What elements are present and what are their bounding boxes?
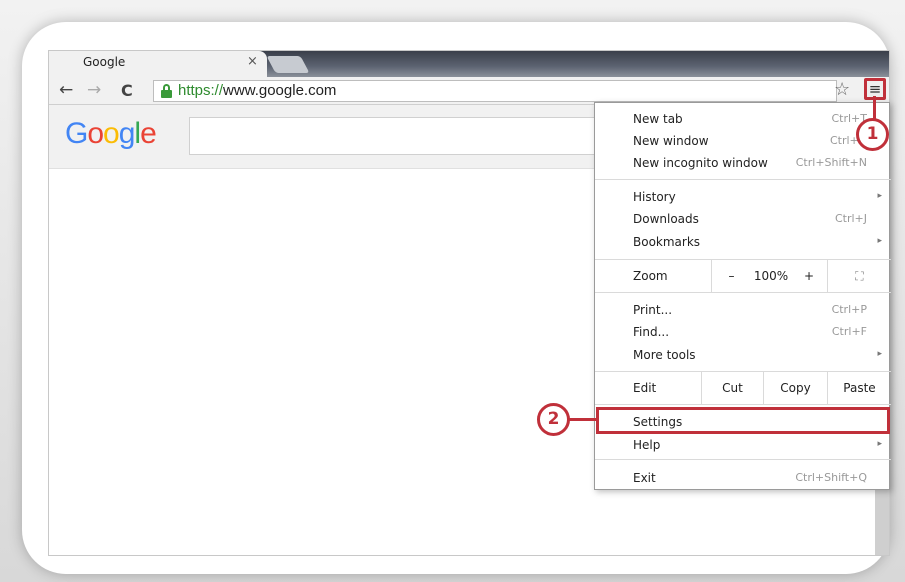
- tab-title: Google: [83, 55, 126, 69]
- menu-item-shortcut: Ctrl+F: [831, 325, 867, 338]
- menu-item-label: More tools: [633, 348, 696, 362]
- callout-leader: [568, 418, 596, 421]
- cut-button[interactable]: Cut: [701, 372, 763, 404]
- zoom-in-button[interactable]: +: [791, 260, 827, 292]
- menu-item-label: Print...: [633, 303, 673, 317]
- menu-divider: [595, 459, 891, 460]
- edit-label: Edit: [633, 381, 657, 395]
- toolbar: ← → C https://www.google.com ☆ ≡: [49, 77, 889, 105]
- submenu-arrow-icon: ▸: [877, 191, 882, 201]
- address-bar[interactable]: https://www.google.com: [153, 80, 837, 102]
- menu-item-label: Downloads: [633, 212, 699, 226]
- url-text: https://www.google.com: [178, 82, 337, 99]
- submenu-arrow-icon: ▸: [877, 439, 882, 449]
- menu-item-label: Find...: [633, 325, 670, 339]
- logo-letter: o: [87, 117, 104, 150]
- chrome-menu: New tab Ctrl+T New window Ctrl+N New inc…: [594, 102, 891, 490]
- lock-icon: [161, 84, 172, 98]
- menu-item-history[interactable]: History ▸: [595, 185, 891, 208]
- forward-icon[interactable]: →: [87, 80, 101, 100]
- close-icon[interactable]: ×: [247, 54, 258, 69]
- star-icon[interactable]: ☆: [834, 79, 850, 100]
- tab-strip: Google ×: [49, 51, 889, 77]
- menu-item-label: Exit: [633, 471, 656, 485]
- callout-2: 2: [537, 403, 570, 436]
- logo-letter: e: [140, 117, 157, 150]
- zoom-row: Zoom – 100% + ⛶: [595, 259, 891, 293]
- edit-row: Edit Cut Copy Paste: [595, 371, 891, 405]
- menu-divider: [595, 179, 891, 180]
- menu-item-help[interactable]: Help ▸: [595, 433, 891, 456]
- copy-button[interactable]: Copy: [763, 372, 827, 404]
- submenu-arrow-icon: ▸: [877, 349, 882, 359]
- menu-item-label: History: [633, 190, 676, 204]
- zoom-out-button[interactable]: –: [711, 260, 751, 292]
- search-input[interactable]: [189, 117, 609, 155]
- menu-item-label: New incognito window: [633, 156, 768, 170]
- menu-item-new-window[interactable]: New window Ctrl+N: [595, 129, 891, 152]
- menu-item-find[interactable]: Find... Ctrl+F: [595, 320, 891, 343]
- menu-item-exit[interactable]: Exit Ctrl+Shift+Q: [595, 466, 891, 489]
- submenu-arrow-icon: ▸: [877, 236, 882, 246]
- screenshot-stage: Google × ← → C https://www.google.com ☆ …: [0, 0, 905, 582]
- menu-item-shortcut: Ctrl+P: [831, 303, 867, 316]
- menu-item-shortcut: Ctrl+J: [834, 212, 867, 225]
- menu-item-label: New tab: [633, 112, 683, 126]
- logo-letter: G: [65, 117, 88, 150]
- tab-google[interactable]: Google ×: [49, 51, 267, 77]
- reload-icon[interactable]: C: [121, 81, 133, 100]
- menu-item-print[interactable]: Print... Ctrl+P: [595, 298, 891, 321]
- menu-item-more-tools[interactable]: More tools ▸: [595, 343, 891, 366]
- zoom-label: Zoom: [633, 269, 668, 283]
- menu-item-label: New window: [633, 134, 709, 148]
- callout-leader: [873, 96, 876, 120]
- callout-1: 1: [856, 118, 889, 151]
- settings-highlight: [596, 407, 890, 434]
- menu-item-bookmarks[interactable]: Bookmarks ▸: [595, 230, 891, 253]
- zoom-value: 100%: [753, 269, 789, 283]
- fullscreen-icon[interactable]: ⛶: [827, 260, 891, 292]
- google-logo: Google: [65, 117, 157, 151]
- logo-letter: o: [103, 117, 120, 150]
- paste-button[interactable]: Paste: [827, 372, 891, 404]
- menu-item-shortcut: Ctrl+Shift+Q: [795, 471, 867, 484]
- logo-letter: g: [118, 117, 136, 150]
- menu-item-downloads[interactable]: Downloads Ctrl+J: [595, 207, 891, 230]
- new-tab-button[interactable]: [266, 56, 310, 73]
- back-icon[interactable]: ←: [59, 80, 73, 100]
- menu-item-new-incognito[interactable]: New incognito window Ctrl+Shift+N: [595, 151, 891, 174]
- menu-item-label: Bookmarks: [633, 235, 701, 249]
- menu-item-label: Help: [633, 438, 661, 452]
- menu-item-new-tab[interactable]: New tab Ctrl+T: [595, 107, 891, 130]
- menu-item-shortcut: Ctrl+Shift+N: [795, 156, 867, 169]
